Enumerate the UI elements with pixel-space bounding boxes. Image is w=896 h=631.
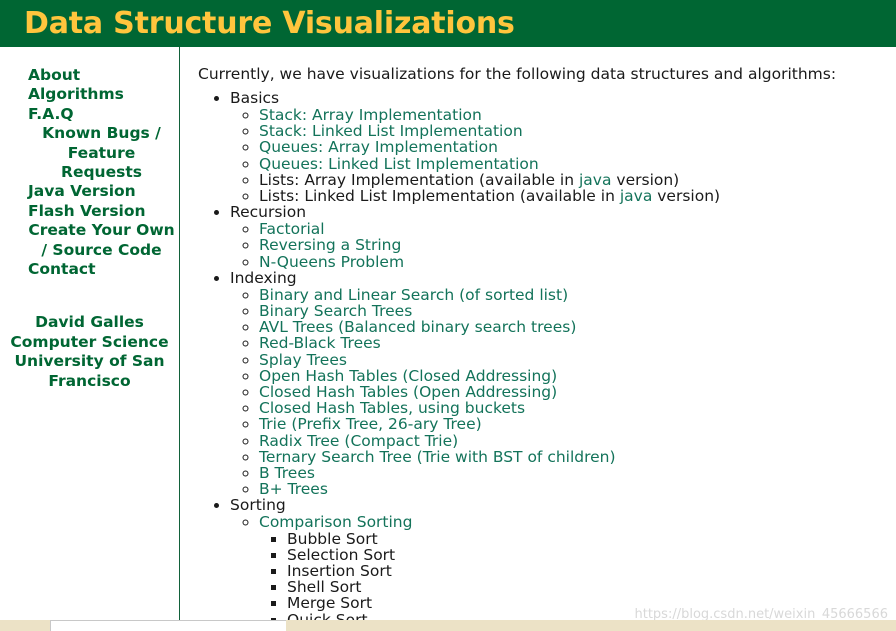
list-item: Merge Sort	[287, 595, 896, 611]
item-label-quick-sort: Quick Sort	[287, 610, 368, 620]
list-item: Stack: Array Implementation	[259, 107, 896, 123]
sublist-sorting: Comparison SortingBubble SortSelection S…	[230, 514, 896, 620]
list-item: Lists: Linked List Implementation (avail…	[259, 188, 896, 204]
list-item: Quick Sort	[287, 612, 896, 620]
list-item: Factorial	[259, 221, 896, 237]
site-header: Data Structure Visualizations	[0, 0, 896, 47]
list-item: Queues: Array Implementation	[259, 139, 896, 155]
category-label: Basics	[230, 89, 280, 107]
author-department: Computer Science	[10, 332, 169, 351]
sublist-comparison-sorting: Bubble SortSelection SortInsertion SortS…	[259, 531, 896, 620]
category-basics: BasicsStack: Array ImplementationStack: …	[230, 89, 896, 205]
list-item: B+ Trees	[259, 481, 896, 497]
sidebar-item-algorithms[interactable]: Algorithms	[28, 85, 124, 103]
list-item: AVL Trees (Balanced binary search trees)	[259, 319, 896, 335]
nav-line-java-version: Java Version	[8, 182, 175, 201]
list-item: Bubble Sort	[287, 531, 896, 547]
main-content: Currently, we have visualizations for th…	[180, 47, 896, 620]
list-item: Open Hash Tables (Closed Addressing)	[259, 368, 896, 384]
item-text-suffix: version)	[652, 187, 721, 206]
list-item: Stack: Linked List Implementation	[259, 123, 896, 139]
list-item: Binary and Linear Search (of sorted list…	[259, 287, 896, 303]
nav-line-create-your-own: Create Your Own / Source Code	[8, 221, 175, 260]
list-item: N-Queens Problem	[259, 254, 896, 270]
author-name: David Galles	[35, 313, 144, 332]
author-university: University of San Francisco	[14, 352, 165, 390]
category-recursion: RecursionFactorialReversing a StringN-Qu…	[230, 204, 896, 270]
nav-line-faq: F.A.Q	[8, 105, 175, 124]
list-item: Red-Black Trees	[259, 335, 896, 351]
list-item: Trie (Prefix Tree, 26-ary Tree)	[259, 416, 896, 432]
sidebar-item-about[interactable]: About	[28, 66, 80, 84]
link-java[interactable]: java	[620, 187, 652, 205]
sidebar-item-java-version[interactable]: Java Version	[28, 182, 136, 200]
visualization-list: BasicsStack: Array ImplementationStack: …	[198, 89, 896, 621]
list-item: Queues: Linked List Implementation	[259, 156, 896, 172]
list-item: Insertion Sort	[287, 563, 896, 579]
category-label: Recursion	[230, 203, 307, 222]
sidebar: About Algorithms F.A.Q Known Bugs / Feat…	[0, 47, 180, 620]
sidebar-nav: About Algorithms F.A.Q Known Bugs / Feat…	[0, 66, 179, 279]
intro-text: Currently, we have visualizations for th…	[198, 65, 837, 83]
sublist-recursion: FactorialReversing a StringN-Queens Prob…	[230, 221, 896, 270]
list-item: Selection Sort	[287, 547, 896, 563]
sidebar-item-faq[interactable]: F.A.Q	[28, 105, 74, 123]
sublist-indexing: Binary and Linear Search (of sorted list…	[230, 287, 896, 498]
page-container: Data Structure Visualizations About Algo…	[0, 0, 896, 620]
category-indexing: IndexingBinary and Linear Search (of sor…	[230, 268, 896, 498]
list-item: Shell Sort	[287, 579, 896, 595]
category-label: Sorting	[230, 496, 286, 515]
list-item: Radix Tree (Compact Trie)	[259, 433, 896, 449]
sidebar-item-create-your-own[interactable]: Create Your Own / Source Code	[28, 221, 174, 258]
body-layout: About Algorithms F.A.Q Known Bugs / Feat…	[0, 47, 896, 620]
item-text-prefix: Lists: Linked List Implementation (avail…	[259, 187, 620, 206]
sidebar-item-contact[interactable]: Contact	[28, 260, 96, 278]
list-item: Splay Trees	[259, 352, 896, 368]
page-title: Data Structure Visualizations	[24, 6, 515, 41]
nav-line-known-bugs: Known Bugs / Feature Requests	[8, 124, 175, 182]
category-sorting: SortingComparison SortingBubble SortSele…	[230, 497, 896, 620]
nav-line-algorithms: Algorithms	[8, 85, 175, 104]
sublist-basics: Stack: Array ImplementationStack: Linked…	[230, 107, 896, 204]
list-item: Reversing a String	[259, 237, 896, 253]
list-item: B Trees	[259, 465, 896, 481]
nav-line-contact: Contact	[8, 260, 175, 279]
nav-line-flash-version: Flash Version	[8, 202, 175, 221]
list-item: Binary Search Trees	[259, 303, 896, 319]
sidebar-item-flash-version[interactable]: Flash Version	[28, 202, 146, 220]
list-item: Ternary Search Tree (Trie with BST of ch…	[259, 449, 896, 465]
sidebar-item-known-bugs[interactable]: Known Bugs / Feature Requests	[42, 124, 161, 181]
list-item: Closed Hash Tables (Open Addressing)	[259, 384, 896, 400]
list-item: Lists: Array Implementation (available i…	[259, 172, 896, 188]
page-bottom-panel-edge	[50, 620, 286, 631]
list-item: Comparison SortingBubble SortSelection S…	[259, 514, 896, 620]
category-label: Indexing	[230, 268, 297, 287]
list-item: Closed Hash Tables, using buckets	[259, 400, 896, 416]
author-block: David Galles Computer Science University…	[0, 313, 179, 391]
nav-line-about: About	[8, 66, 175, 85]
